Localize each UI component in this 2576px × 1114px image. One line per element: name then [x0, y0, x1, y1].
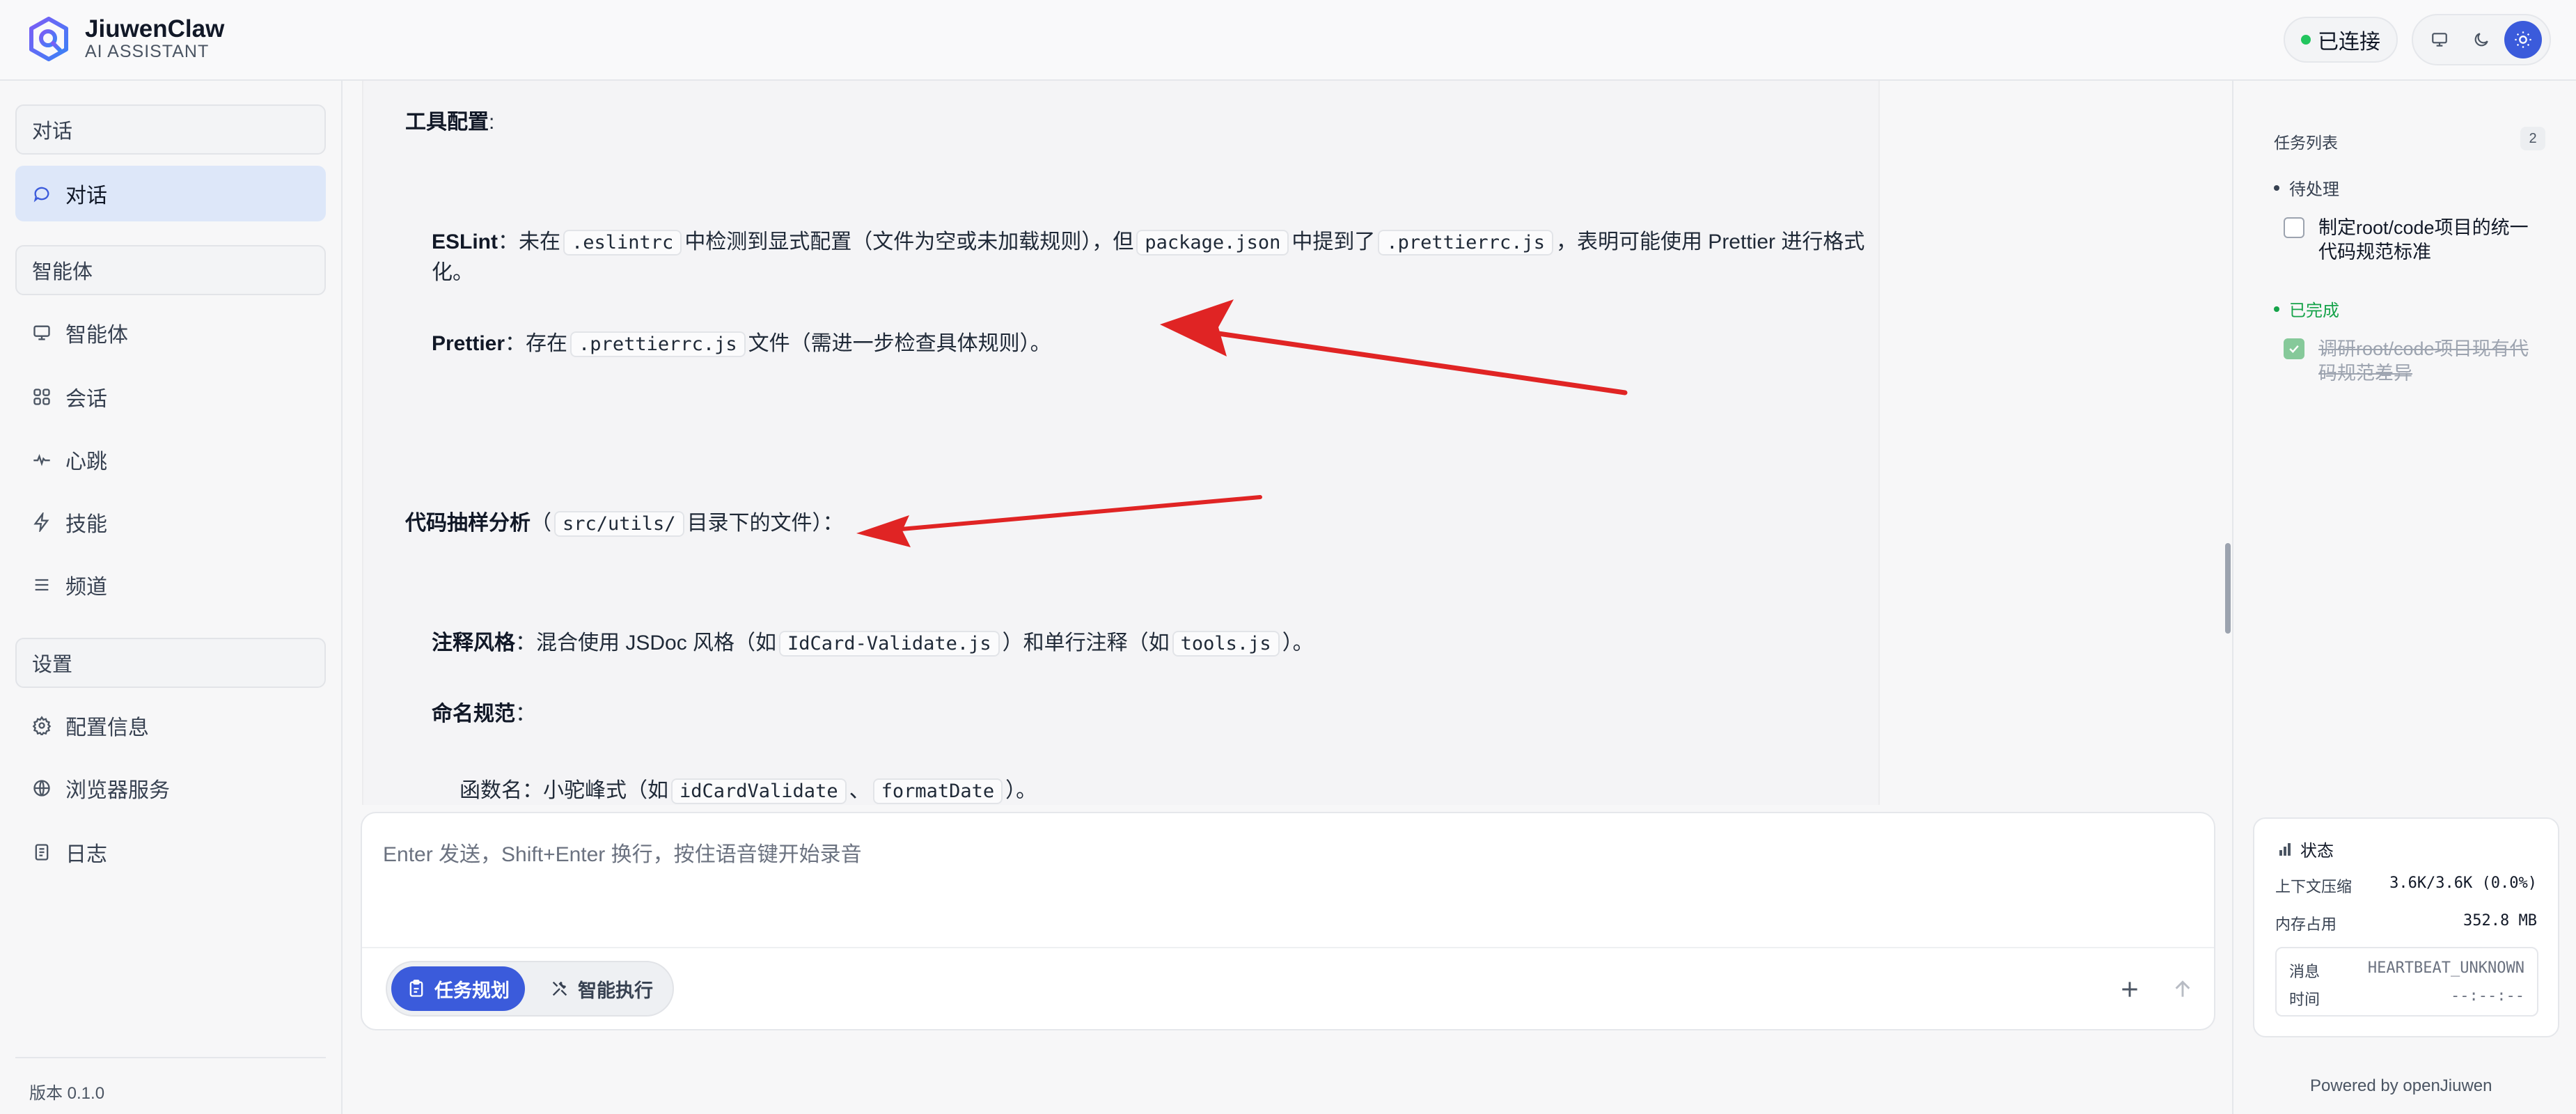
context-compression-value: 3.6K/3.6K (0.0%): [2389, 874, 2537, 892]
message-composer: 任务规划 智能执行: [361, 812, 2215, 1030]
mode-toggle: 任务规划 智能执行: [386, 961, 674, 1017]
clipboard-icon: [409, 980, 423, 997]
bar-chart-icon: [2279, 842, 2291, 856]
status-card: 状态 上下文压缩 3.6K/3.6K (0.0%) 内存占用 352.8 MB …: [2253, 817, 2559, 1037]
list-icon: [35, 579, 49, 591]
sidebar-item-label: 技能: [65, 513, 107, 536]
sidebar-item-config[interactable]: 配置信息: [15, 698, 326, 753]
task-checkbox[interactable]: [2284, 338, 2304, 359]
bullet-icon: [2274, 306, 2279, 312]
sidebar-item-channels[interactable]: 频道: [15, 557, 326, 613]
chat-icon: [33, 187, 49, 203]
heading-code-sampling: 代码抽样分析（ src/utils/目录下的文件）：: [405, 508, 844, 540]
task-item-text: 调研root/code项目现有代码规范差异: [2318, 338, 2529, 384]
task-group-completed: 已完成: [2274, 297, 2339, 321]
task-list-title: 任务列表: [2274, 134, 2338, 152]
monitor-icon: [2432, 33, 2447, 47]
connection-status-text: 已连接: [2318, 31, 2380, 54]
task-planning-button[interactable]: 任务规划: [391, 966, 525, 1011]
sidebar-item-agents[interactable]: 智能体: [15, 305, 326, 361]
right-panel: 任务列表 2 待处理 制定root/code项目的统一代码规范标准 已完成 调研…: [2232, 81, 2576, 1114]
log-icon: [35, 844, 49, 861]
context-compression-label: 上下文压缩: [2275, 878, 2353, 895]
send-button[interactable]: [2167, 973, 2199, 1005]
sun-icon: [2515, 31, 2531, 48]
sidebar-item-label: 频道: [65, 576, 107, 599]
status-dot-icon: [2301, 35, 2311, 45]
message-label: 消息: [2289, 963, 2320, 980]
task-checkbox[interactable]: [2284, 217, 2304, 238]
heading-tool-config: 工具配置:: [405, 111, 495, 134]
task-group-pending: 待处理: [2274, 175, 2339, 200]
theme-system-button[interactable]: [2421, 21, 2458, 58]
smart-execution-button[interactable]: 智能执行: [535, 966, 668, 1011]
sidebar-item-label: 配置信息: [65, 716, 149, 739]
sidebar-section-chat: 对话: [15, 104, 326, 155]
gear-icon: [32, 716, 52, 735]
powered-by: Powered by openJiuwen: [2310, 1076, 2492, 1095]
theme-dark-button[interactable]: [2463, 21, 2500, 58]
sidebar-item-label: 心跳: [65, 450, 107, 473]
sidebar-item-heartbeat[interactable]: 心跳: [15, 432, 326, 487]
mode-label: 任务规划: [434, 980, 510, 1001]
sidebar-item-label: 浏览器服务: [65, 779, 170, 802]
add-attachment-button[interactable]: [2114, 973, 2146, 1005]
annotation-arrow-icon: [1160, 299, 1628, 395]
message-value: HEARTBEAT_UNKNOWN: [2367, 959, 2524, 977]
memory-usage-label: 内存占用: [2275, 916, 2337, 933]
status-title: 状态: [2277, 837, 2334, 861]
task-count-badge: 2: [2520, 127, 2545, 150]
logo-icon: [29, 17, 68, 61]
time-label: 时间: [2289, 991, 2320, 1008]
message-content: 工具配置: ESLint：未在 .eslintrc 中检测到显式配置（文件为空或未加…: [362, 81, 1880, 805]
theme-switcher: [2412, 14, 2551, 65]
sidebar-item-sessions[interactable]: 会话: [15, 369, 326, 425]
sidebar-section-settings: 设置: [15, 638, 326, 688]
sidebar-divider: [15, 1057, 326, 1058]
message-input[interactable]: [383, 834, 2193, 876]
tools-icon: [552, 981, 567, 996]
sidebar-item-browser-service[interactable]: 浏览器服务: [15, 760, 326, 816]
eslint-line-cont: 化。: [432, 261, 473, 284]
check-icon: [2289, 345, 2299, 353]
sidebar: 对话 对话 智能体 智能体 会话 心跳 技能 频道 设置 配置信息 浏览器服务 …: [0, 81, 343, 1114]
app-header: JiuwenClaw AI ASSISTANT 已连接: [0, 0, 2576, 81]
sidebar-section-agents: 智能体: [15, 245, 326, 295]
brand-subtitle: AI ASSISTANT: [85, 42, 210, 61]
bullet-icon: [2274, 185, 2279, 191]
arrow-up-icon: [2175, 980, 2190, 997]
eslint-line: ESLint：未在 .eslintrc 中检测到显式配置（文件为空或未加载规则），但…: [432, 227, 1864, 258]
prettier-line: Prettier：存在 .prettierrc.js 文件（需进一步检查具体规则）。: [432, 329, 1051, 360]
sidebar-item-skills[interactable]: 技能: [15, 494, 326, 550]
time-value: --:--:--: [2451, 987, 2524, 1005]
connection-status-badge: 已连接: [2284, 17, 2398, 63]
function-naming-line: 函数名：小驼峰式（如 idCardValidate、 formatDate）。: [460, 776, 1037, 805]
brand-name: JiuwenClaw: [85, 15, 225, 42]
task-item-text: 制定root/code项目的统一代码规范标准: [2318, 217, 2529, 262]
composer-divider: [362, 947, 2214, 948]
annotation-arrow-icon: [856, 495, 1262, 547]
memory-usage-value: 352.8 MB: [2463, 912, 2537, 929]
sidebar-item-label: 日志: [65, 843, 107, 866]
sidebar-item-chat[interactable]: 对话: [15, 166, 326, 221]
theme-light-button[interactable]: [2504, 21, 2542, 58]
heartbeat-icon: [33, 453, 50, 466]
globe-icon: [33, 780, 50, 797]
heartbeat-box: 消息 HEARTBEAT_UNKNOWN 时间 --:--:--: [2275, 947, 2538, 1017]
comment-style-line: 注释风格：混合使用 JSDoc 风格（如 IdCard-Validate.js ）和…: [432, 628, 1314, 659]
moon-icon: [2474, 33, 2488, 47]
bolt-icon: [33, 512, 49, 532]
plus-icon: [2122, 982, 2137, 997]
mode-label: 智能执行: [578, 980, 653, 1001]
sidebar-item-label: 智能体: [65, 324, 128, 347]
session-icon: [33, 389, 50, 405]
version-label: 版本 0.1.0: [29, 1084, 105, 1103]
sidebar-item-logs[interactable]: 日志: [15, 824, 326, 880]
naming-heading: 命名规范：: [432, 703, 536, 725]
chat-scrollbar[interactable]: [2225, 543, 2231, 634]
sidebar-item-label: 对话: [65, 185, 107, 207]
sidebar-item-label: 会话: [65, 388, 107, 411]
monitor-icon: [33, 325, 50, 340]
